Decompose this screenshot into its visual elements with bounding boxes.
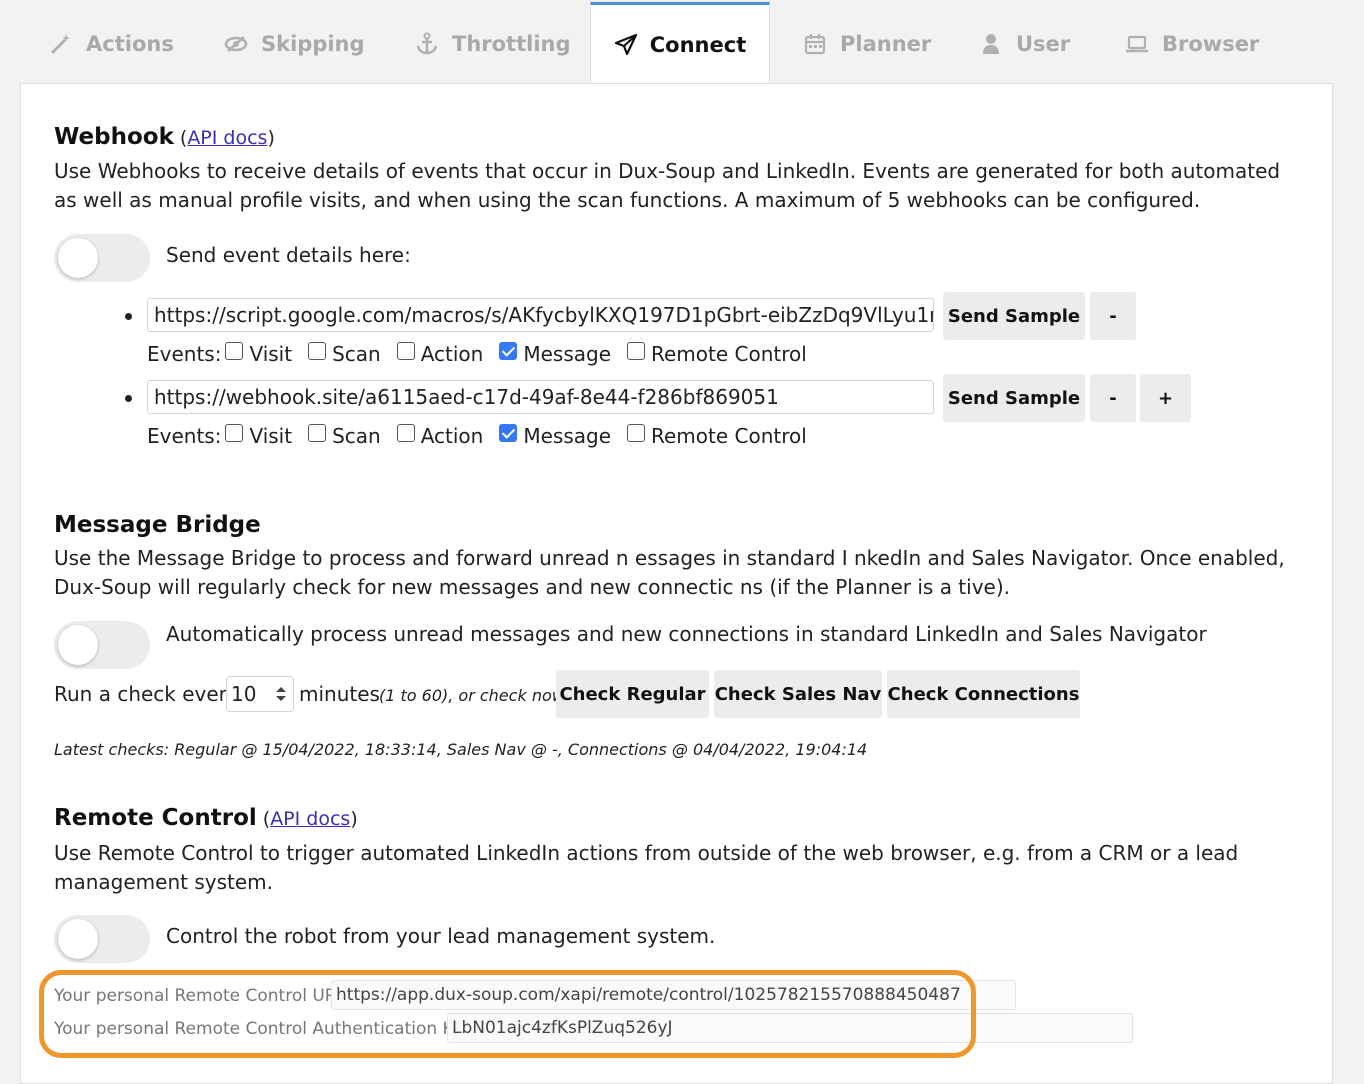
event-visit-2[interactable]: Visit (221, 424, 292, 448)
tab-user[interactable]: User (978, 24, 1070, 64)
remote-toggle-label: Control the robot from your lead managem… (166, 924, 716, 948)
toggle-knob (58, 238, 98, 278)
event-label: Message (523, 424, 611, 448)
laptop-icon (1124, 31, 1150, 57)
scan-checkbox[interactable] (308, 342, 327, 360)
toggle-knob (58, 919, 98, 959)
visit-checkbox[interactable] (225, 424, 244, 442)
remote-control-checkbox[interactable] (627, 424, 645, 442)
event-label: Remote Control (651, 342, 807, 366)
tab-actions-label: Actions (86, 32, 174, 56)
remote-toggle[interactable] (54, 915, 150, 963)
remote-api-docs-link[interactable]: API docs (270, 808, 350, 830)
event-remote-control-2[interactable]: Remote Control (623, 424, 807, 448)
bridge-title: Message Bridge (54, 512, 261, 538)
tab-planner-label: Planner (840, 32, 932, 56)
list-bullet (125, 395, 132, 402)
events-label: Events: (147, 424, 222, 448)
events-label: Events: (147, 342, 222, 366)
webhook-events-1: Events: Visit Scan Action Message Remote… (147, 342, 819, 366)
remote-description: Use Remote Control to trigger automated … (54, 841, 1239, 894)
tab-skipping[interactable]: Skipping (223, 24, 365, 64)
highlight-box (39, 970, 976, 1058)
event-remote-control-1[interactable]: Remote Control (623, 342, 807, 366)
tab-bar: Actions Skipping Throttling Connect Plan… (20, 0, 1332, 84)
toggle-knob (58, 625, 98, 665)
send-sample-button-2[interactable]: Send Sample (943, 374, 1085, 422)
user-icon (978, 31, 1004, 57)
tab-browser[interactable]: Browser (1124, 24, 1259, 64)
tab-throttling[interactable]: Throttling (414, 24, 571, 64)
tab-browser-label: Browser (1162, 32, 1260, 56)
check-interval-input[interactable]: 10 (226, 676, 294, 712)
webhook-title: Webhook (54, 124, 174, 150)
tab-skipping-label: Skipping (261, 32, 365, 56)
list-bullet (125, 313, 132, 320)
spinner-arrows-icon[interactable] (275, 685, 287, 703)
connect-panel: Webhook (API docs) Use Webhooks to recei… (20, 83, 1333, 1084)
tab-connect-label: Connect (649, 32, 747, 57)
bridge-toggle-label: Automatically process unread messages an… (166, 622, 1207, 646)
event-action-1[interactable]: Action (393, 342, 484, 366)
tab-user-label: User (1016, 32, 1071, 56)
tab-planner[interactable]: Planner (802, 24, 931, 64)
run-check-prefix: Run a check every (54, 682, 239, 706)
paper-plane-icon (614, 32, 638, 58)
check-sales-nav-button[interactable]: Check Sales Nav (714, 670, 882, 718)
calendar-icon (802, 31, 828, 57)
event-visit-1[interactable]: Visit (221, 342, 292, 366)
remove-webhook-button-2[interactable]: - (1090, 374, 1136, 422)
action-checkbox[interactable] (396, 342, 415, 360)
event-label: Visit (249, 424, 293, 448)
event-label: Action (420, 342, 484, 366)
scan-checkbox[interactable] (308, 424, 327, 442)
bridge-heading: Message Bridge (54, 512, 261, 538)
webhook-description: Use Webhooks to receive details of event… (54, 159, 1281, 212)
tab-connect[interactable]: Connect (590, 2, 770, 84)
event-label: Remote Control (651, 424, 807, 448)
event-label: Scan (332, 424, 381, 448)
remote-title: Remote Control (54, 805, 257, 831)
run-check-suffix: minutes (299, 682, 380, 706)
action-checkbox[interactable] (396, 424, 415, 442)
event-scan-2[interactable]: Scan (304, 424, 381, 448)
remove-webhook-button-1[interactable]: - (1090, 292, 1136, 340)
event-label: Action (420, 424, 484, 448)
check-connections-button[interactable]: Check Connections (887, 670, 1080, 718)
remote-paren-close: ) (350, 808, 358, 830)
remote-control-checkbox[interactable] (627, 342, 645, 360)
event-message-2[interactable]: Message (495, 424, 611, 448)
webhook-api-docs-link[interactable]: API docs (187, 127, 267, 149)
add-webhook-button[interactable]: + (1140, 374, 1191, 422)
webhook-toggle-label: Send event details here: (166, 243, 411, 267)
event-scan-1[interactable]: Scan (304, 342, 381, 366)
bridge-toggle[interactable] (54, 621, 150, 669)
bridge-description: Use the Message Bridge to process and fo… (54, 546, 1285, 599)
webhook-paren-close: ) (267, 127, 275, 149)
range-note: (1 to 60), or check now: (379, 686, 571, 705)
message-checkbox[interactable] (499, 424, 518, 442)
visit-checkbox[interactable] (225, 342, 244, 360)
webhook-url-input-1[interactable]: https://script.google.com/macros/s/AKfyc… (147, 298, 934, 332)
eye-slash-icon (223, 31, 249, 57)
magic-wand-icon (48, 31, 74, 57)
anchor-icon (414, 31, 440, 57)
latest-checks: Latest checks: Regular @ 15/04/2022, 18:… (54, 740, 868, 759)
event-label: Scan (332, 342, 381, 366)
remote-heading: Remote Control (API docs) (54, 805, 358, 831)
send-sample-button-1[interactable]: Send Sample (943, 292, 1085, 340)
event-label: Visit (249, 342, 293, 366)
check-regular-button[interactable]: Check Regular (556, 670, 709, 718)
webhook-heading: Webhook (API docs) (54, 124, 275, 150)
event-action-2[interactable]: Action (393, 424, 484, 448)
webhook-events-2: Events: Visit Scan Action Message Remote… (147, 424, 819, 448)
check-interval-value: 10 (231, 682, 257, 706)
webhook-toggle[interactable] (54, 234, 150, 282)
event-message-1[interactable]: Message (495, 342, 611, 366)
tab-actions[interactable]: Actions (48, 24, 174, 64)
tab-throttling-label: Throttling (452, 32, 571, 56)
message-checkbox[interactable] (499, 342, 518, 360)
event-label: Message (523, 342, 611, 366)
webhook-url-input-2[interactable]: https://webhook.site/a6115aed-c17d-49af-… (147, 380, 934, 414)
